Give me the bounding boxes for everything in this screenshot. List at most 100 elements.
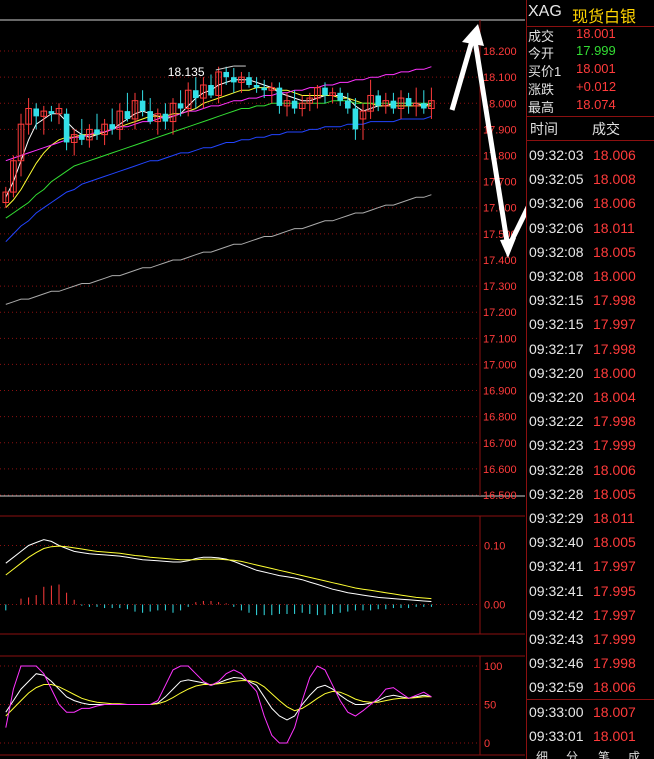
tick-row[interactable]: 09:32:29 18.011 — [526, 506, 654, 530]
kdj-j-line — [5, 665, 432, 744]
tick-row[interactable]: 09:32:41 17.997 — [526, 554, 654, 578]
tick-time: 09:32:08 — [529, 268, 584, 284]
tick-row[interactable]: 09:32:06 18.006 — [526, 191, 654, 215]
candle-body — [79, 134, 85, 140]
candle-body — [231, 77, 237, 83]
candle-body — [208, 85, 214, 96]
tick-time: 09:32:17 — [529, 340, 584, 357]
tick-price: 18.011 — [593, 219, 635, 236]
price-tick-label: 17.800 — [483, 151, 517, 163]
chart-area[interactable]: 16.500 16.600 16.700 16.800 16.900 17.000 17.1… — [0, 0, 526, 759]
tick-time: 09:32:06 — [529, 195, 584, 212]
candle-body — [375, 95, 381, 106]
quote-label: 买价1 — [528, 64, 562, 79]
tick-price: 17.998 — [593, 340, 636, 357]
tick-row[interactable]: 09:32:20 18.000 — [526, 361, 654, 385]
tick-price: 17.995 — [593, 582, 636, 599]
kdj-k-line — [5, 673, 432, 721]
candle-body — [421, 103, 427, 109]
candle-body — [94, 129, 100, 135]
tick-row[interactable]: 09:32:59 18.006 — [526, 675, 654, 699]
tick-row[interactable]: 09:32:20 18.004 — [526, 385, 654, 409]
tick-row[interactable]: 09:32:05 18.008 — [526, 167, 654, 191]
candle-body — [390, 100, 397, 109]
tick-time: 09:32:41 — [529, 558, 584, 575]
price-tick-label: 16.700 — [483, 438, 517, 450]
symbol-code: XAG — [528, 3, 562, 20]
tab-trade[interactable]: 笔 — [598, 748, 610, 759]
quote-label: 涨跌 — [528, 82, 555, 97]
tick-time: 09:32:23 — [529, 437, 584, 454]
tick-time: 09:32:28 — [529, 461, 584, 478]
candle-body — [177, 103, 184, 109]
macd-dea-line — [5, 545, 432, 600]
price-tick-label: 17.300 — [483, 281, 517, 293]
tick-row[interactable]: 09:33:01 18.001 — [526, 724, 654, 748]
candle-body — [405, 98, 412, 106]
candle-body — [124, 111, 131, 119]
candle-body — [337, 92, 343, 101]
candle-body — [322, 87, 328, 96]
candle-body — [139, 100, 146, 112]
moving-average-line — [5, 100, 432, 219]
kdj-tick-label: 50 — [484, 700, 496, 712]
price-tick-label: 17.200 — [483, 307, 517, 319]
ticks-header-price: 成交 — [592, 121, 620, 137]
tick-price: 18.000 — [593, 268, 636, 284]
tick-row[interactable]: 09:32:15 17.997 — [526, 312, 654, 336]
tick-row[interactable]: 09:32:40 18.005 — [526, 530, 654, 554]
tick-row[interactable]: 09:32:08 18.005 — [526, 240, 654, 264]
macd-tick-label: 0.10 — [484, 541, 505, 553]
tab-volume[interactable]: 成 — [628, 748, 640, 759]
kline-grid — [0, 19, 525, 497]
tab-minute[interactable]: 分 — [566, 748, 578, 759]
tick-time: 09:32:43 — [529, 631, 584, 647]
price-tick-label: 18.100 — [483, 72, 517, 84]
tick-price: 18.006 — [593, 195, 636, 212]
kdj-tick-label: 0 — [484, 738, 490, 750]
candle-body — [63, 113, 70, 143]
macd-grid — [0, 515, 525, 635]
divider — [526, 140, 654, 141]
tick-price: 18.007 — [593, 703, 636, 720]
tick-row[interactable]: 09:32:41 17.995 — [526, 579, 654, 603]
tick-row[interactable]: 09:32:08 18.000 — [526, 264, 654, 288]
tick-price: 18.001 — [593, 727, 636, 744]
tick-price: 18.005 — [593, 534, 636, 551]
tick-row[interactable]: 09:32:03 18.006 — [526, 143, 654, 167]
tick-price: 18.005 — [593, 243, 636, 260]
tick-row[interactable]: 09:32:28 18.005 — [526, 482, 654, 506]
tick-time: 09:32:40 — [529, 534, 584, 551]
tick-time: 09:32:41 — [529, 582, 584, 599]
candle-body — [352, 108, 359, 130]
tab-detail[interactable]: 细 — [536, 748, 548, 759]
trading-terminal: 16.500 16.600 16.700 16.800 16.900 17.000 17.1… — [0, 0, 654, 759]
tick-row[interactable]: 09:32:46 17.998 — [526, 651, 654, 675]
moving-average-line — [5, 194, 432, 305]
tick-time: 09:33:01 — [529, 727, 584, 744]
tick-time: 09:32:15 — [529, 316, 584, 333]
tick-row[interactable]: 09:32:22 17.998 — [526, 409, 654, 433]
tick-time: 09:32:42 — [529, 606, 584, 623]
tick-row[interactable]: 09:32:15 17.998 — [526, 288, 654, 312]
tick-row[interactable]: 09:32:17 17.998 — [526, 337, 654, 361]
tick-row[interactable]: 09:32:06 18.011 — [526, 216, 654, 240]
tick-row[interactable]: 09:32:28 18.006 — [526, 458, 654, 482]
candle-body — [147, 111, 153, 122]
macd-tick-label: 0.00 — [484, 600, 505, 612]
price-tick-label: 18.200 — [483, 46, 517, 58]
tick-time: 09:32:20 — [529, 389, 584, 405]
kline-candles — [2, 66, 435, 208]
candle-body — [109, 124, 115, 130]
tick-row[interactable]: 09:33:00 18.007 — [526, 700, 654, 724]
quote-panel: XAG 现货白银 成交 18.001 今开 17.999 买价1 18.001 … — [526, 0, 654, 759]
candle-body — [276, 87, 283, 106]
price-tick-label: 16.600 — [483, 464, 517, 476]
tick-row[interactable]: 09:32:43 17.999 — [526, 627, 654, 651]
candle-body — [48, 111, 55, 114]
tick-row[interactable]: 09:32:23 17.999 — [526, 433, 654, 457]
candle-body — [33, 108, 39, 117]
macd-dif-line — [5, 539, 432, 602]
tick-time: 09:32:03 — [529, 147, 584, 163]
tick-row[interactable]: 09:32:42 17.997 — [526, 603, 654, 627]
